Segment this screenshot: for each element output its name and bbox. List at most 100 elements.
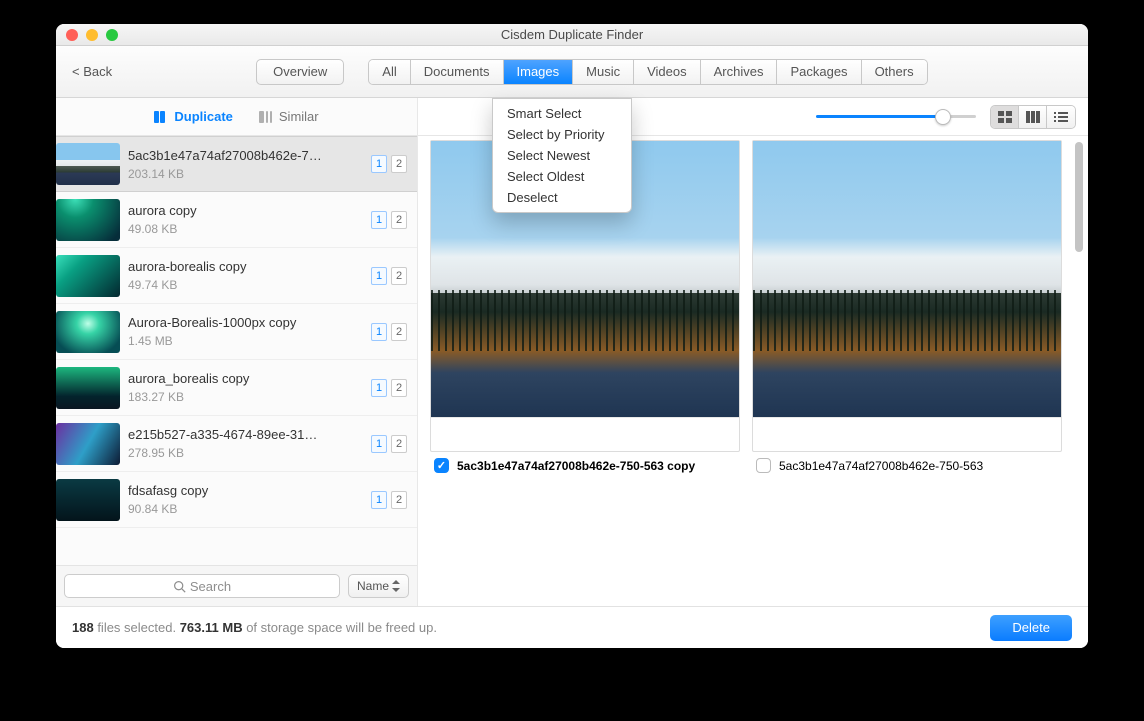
app-window: Cisdem Duplicate Finder < Back Overview … bbox=[56, 24, 1088, 648]
list-item[interactable]: 5ac3b1e47a74af27008b462e-7…203.14 KB12 bbox=[56, 136, 417, 192]
preview-card[interactable]: 5ac3b1e47a74af27008b462e-750-563 bbox=[752, 140, 1062, 473]
list-item[interactable]: aurora copy49.08 KB12 bbox=[56, 192, 417, 248]
status-bar: 188 files selected. 763.11 MB of storage… bbox=[56, 606, 1088, 648]
count-selected: 1 bbox=[371, 211, 387, 229]
preview-checkbox[interactable] bbox=[756, 458, 771, 473]
tab-similar-label: Similar bbox=[279, 109, 319, 124]
preview-card-label-row: 5ac3b1e47a74af27008b462e-750-563 bbox=[752, 452, 1062, 473]
category-packages[interactable]: Packages bbox=[777, 60, 861, 84]
slider-knob[interactable] bbox=[935, 109, 951, 125]
preview-card-footer bbox=[753, 417, 1061, 451]
menu-item-select-newest[interactable]: Select Newest bbox=[493, 145, 631, 166]
sidebar: Duplicate Similar 5ac3b1e47a74af27008b46… bbox=[56, 98, 418, 606]
view-list-button[interactable] bbox=[1047, 106, 1075, 128]
list-item[interactable]: aurora_borealis copy183.27 KB 12 bbox=[56, 360, 417, 416]
list-item[interactable]: fdsafasg copy90.84 KB 12 bbox=[56, 472, 417, 528]
scrollbar-thumb[interactable] bbox=[1075, 142, 1083, 252]
category-videos[interactable]: Videos bbox=[634, 60, 701, 84]
list-item-meta: aurora-borealis copy49.74 KB bbox=[128, 259, 365, 292]
list-thumbnail bbox=[56, 255, 120, 297]
status-count: 188 bbox=[72, 620, 94, 635]
list-thumbnail bbox=[56, 199, 120, 241]
category-others[interactable]: Others bbox=[862, 60, 927, 84]
thumbnail-size-slider[interactable] bbox=[816, 107, 976, 127]
preview-checkbox[interactable] bbox=[434, 458, 449, 473]
category-documents[interactable]: Documents bbox=[411, 60, 504, 84]
search-input[interactable]: Search bbox=[64, 574, 340, 598]
list-thumbnail bbox=[56, 479, 120, 521]
list-item-name: aurora_borealis copy bbox=[128, 371, 365, 386]
view-columns-button[interactable] bbox=[1019, 106, 1047, 128]
preview-card-footer bbox=[431, 417, 739, 451]
list-item[interactable]: e215b527-a335-4674-89ee-31…278.95 KB12 bbox=[56, 416, 417, 472]
count-selected: 1 bbox=[371, 323, 387, 341]
search-placeholder: Search bbox=[190, 579, 231, 594]
overview-button[interactable]: Overview bbox=[256, 59, 344, 85]
count-total: 2 bbox=[391, 323, 407, 341]
list-item-name: 5ac3b1e47a74af27008b462e-7… bbox=[128, 148, 365, 163]
list-item-counts: 12 bbox=[371, 435, 407, 453]
duplicate-icon bbox=[154, 110, 170, 124]
delete-button[interactable]: Delete bbox=[990, 615, 1072, 641]
titlebar: Cisdem Duplicate Finder bbox=[56, 24, 1088, 46]
sidebar-footer: Search Name bbox=[56, 565, 417, 606]
category-images[interactable]: Images bbox=[504, 60, 574, 84]
list-item[interactable]: Aurora-Borealis-1000px copy1.45 MB 12 bbox=[56, 304, 417, 360]
count-selected: 1 bbox=[371, 379, 387, 397]
slider-track bbox=[816, 115, 976, 118]
tab-similar[interactable]: Similar bbox=[259, 109, 319, 124]
window-title: Cisdem Duplicate Finder bbox=[56, 27, 1088, 42]
list-item-meta: Aurora-Borealis-1000px copy1.45 MB bbox=[128, 315, 365, 348]
list-item-counts: 12 bbox=[371, 379, 407, 397]
list-icon bbox=[1054, 111, 1068, 123]
sort-label: Name bbox=[357, 579, 389, 593]
sort-arrows-icon bbox=[392, 580, 400, 592]
similar-icon bbox=[259, 110, 275, 124]
count-total: 2 bbox=[391, 211, 407, 229]
duplicate-list: 5ac3b1e47a74af27008b462e-7…203.14 KB12au… bbox=[56, 136, 417, 565]
preview-image bbox=[753, 141, 1061, 417]
toolbar: < Back Overview AllDocumentsImagesMusicV… bbox=[56, 46, 1088, 98]
content-split: Duplicate Similar 5ac3b1e47a74af27008b46… bbox=[56, 98, 1088, 606]
list-item-size: 49.74 KB bbox=[128, 278, 365, 292]
tab-duplicate[interactable]: Duplicate bbox=[154, 109, 233, 124]
columns-icon bbox=[1026, 111, 1040, 123]
sort-button[interactable]: Name bbox=[348, 574, 409, 598]
preview-scrollbar[interactable] bbox=[1072, 138, 1086, 602]
list-item-size: 49.08 KB bbox=[128, 222, 365, 236]
preview-filename: 5ac3b1e47a74af27008b462e-750-563 bbox=[779, 459, 983, 473]
list-item-size: 203.14 KB bbox=[128, 167, 365, 181]
tab-duplicate-label: Duplicate bbox=[174, 109, 233, 124]
list-thumbnail bbox=[56, 367, 120, 409]
menu-item-smart-select[interactable]: Smart Select bbox=[493, 103, 631, 124]
main-preview: 5ac3b1e47a74af27008b462e-750-563 copy 5ac… bbox=[418, 98, 1088, 606]
list-thumbnail bbox=[56, 423, 120, 465]
list-item[interactable]: aurora-borealis copy49.74 KB12 bbox=[56, 248, 417, 304]
list-item-size: 278.95 KB bbox=[128, 446, 365, 460]
count-total: 2 bbox=[391, 267, 407, 285]
count-selected: 1 bbox=[371, 491, 387, 509]
list-item-counts: 12 bbox=[371, 323, 407, 341]
menu-item-select-by-priority[interactable]: Select by Priority bbox=[493, 124, 631, 145]
count-total: 2 bbox=[391, 379, 407, 397]
status-size: 763.11 MB bbox=[180, 620, 243, 635]
category-music[interactable]: Music bbox=[573, 60, 634, 84]
count-selected: 1 bbox=[371, 435, 387, 453]
list-item-meta: aurora_borealis copy183.27 KB bbox=[128, 371, 365, 404]
menu-item-deselect[interactable]: Deselect bbox=[493, 187, 631, 208]
list-item-name: Aurora-Borealis-1000px copy bbox=[128, 315, 365, 330]
view-grid-button[interactable] bbox=[991, 106, 1019, 128]
list-item-meta: 5ac3b1e47a74af27008b462e-7… 203.14 KB bbox=[128, 148, 365, 181]
back-button[interactable]: < Back bbox=[72, 64, 112, 79]
category-all[interactable]: All bbox=[369, 60, 410, 84]
count-total: 2 bbox=[391, 435, 407, 453]
list-item-counts: 12 bbox=[371, 491, 407, 509]
list-thumbnail bbox=[56, 311, 120, 353]
count-selected: 1 bbox=[371, 155, 387, 173]
select-context-menu: Smart SelectSelect by PrioritySelect New… bbox=[492, 98, 632, 213]
category-archives[interactable]: Archives bbox=[701, 60, 778, 84]
menu-item-select-oldest[interactable]: Select Oldest bbox=[493, 166, 631, 187]
category-segmented-control: AllDocumentsImagesMusicVideosArchivesPac… bbox=[368, 59, 927, 85]
preview-filename: 5ac3b1e47a74af27008b462e-750-563 copy bbox=[457, 459, 695, 473]
list-item-meta: fdsafasg copy90.84 KB bbox=[128, 483, 365, 516]
